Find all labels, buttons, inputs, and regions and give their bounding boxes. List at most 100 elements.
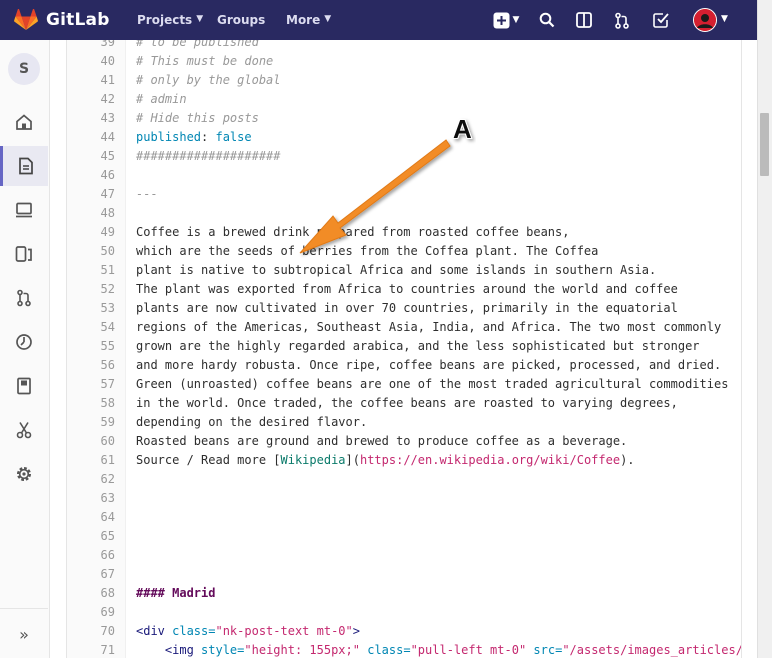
scrollbar-thumb[interactable] [760,113,769,176]
line-number[interactable]: 70 [67,622,115,641]
page-scrollbar[interactable] [757,0,772,658]
line-number[interactable]: 46 [67,166,115,185]
todos-icon [652,13,669,28]
code-editor[interactable]: 39 # to be published 40 # This must be done… [66,40,742,658]
collapse-sidebar-button[interactable]: » [0,608,48,659]
line-number[interactable]: 39 [67,40,115,52]
line-content: # admin [136,90,187,109]
line-number[interactable]: 51 [67,261,115,280]
line-number[interactable]: 62 [67,470,115,489]
sidebar-item-snippets[interactable] [0,410,48,450]
operations-icon [16,334,32,350]
code-line: 49 Coffee is a brewed drink prepared from… [67,223,741,242]
todos-button[interactable] [651,10,671,30]
line-number[interactable]: 54 [67,318,115,337]
sidebar-item-repository[interactable] [0,146,48,186]
line-content: # This must be done [136,52,273,71]
line-number[interactable]: 40 [67,52,115,71]
line-number[interactable]: 57 [67,375,115,394]
nav-more-label: More [286,13,321,27]
issues-button[interactable] [574,10,594,30]
code-line: 56 and more hardy robusta. Once ripe, cof… [67,356,741,375]
line-content: plant is native to subtropical Africa an… [136,263,657,277]
line-number[interactable]: 43 [67,109,115,128]
line-number[interactable]: 49 [67,223,115,242]
line-number[interactable]: 64 [67,508,115,527]
project-avatar[interactable]: S [8,53,40,85]
markdown-link-url: https://en.wikipedia.org/wiki/Coffee [359,453,621,467]
issues-icon [16,202,32,218]
wiki-icon [17,377,31,395]
line-number[interactable]: 44 [67,128,115,147]
line-number[interactable]: 48 [67,204,115,223]
chevron-down-icon: ▼ [324,14,332,24]
line-content: regions of the Americas, Southeast Asia,… [136,320,722,334]
nav-groups-label: Groups [217,13,266,27]
line-number[interactable]: 68 [67,584,115,603]
line-number[interactable]: 41 [67,71,115,90]
sidebar-item-operations[interactable] [0,322,48,362]
code-line: 55 grown are the highly regarded arabica,… [67,337,741,356]
line-content: # Hide this posts [136,109,259,128]
line-number[interactable]: 63 [67,489,115,508]
code-token: ]( [345,453,360,467]
nav-projects[interactable]: Projects ▼ [137,0,203,40]
issues-icon [575,12,592,28]
comment-text: --- [136,187,158,201]
gear-icon [17,467,31,481]
comment-text: # only by the global [136,73,281,87]
line-number[interactable]: 42 [67,90,115,109]
search-button[interactable] [537,10,557,30]
code-line: 57 Green (unroasted) coffee beans are one… [67,375,741,394]
code-line: 66 [67,546,741,565]
html-str: "/assets/images_articles/{{ [562,643,742,657]
comment-text: # This must be done [136,54,274,68]
line-number[interactable]: 69 [67,603,115,622]
merge-requests-button[interactable] [612,10,632,30]
chevron-down-icon[interactable]: ▼ [721,14,728,24]
line-number[interactable]: 65 [67,527,115,546]
line-number[interactable]: 60 [67,432,115,451]
html-str: "nk-post-text mt-0" [215,624,353,638]
html-tag: > [352,624,360,638]
line-number[interactable]: 50 [67,242,115,261]
code-line: 58 in the world. Once traded, the coffee … [67,394,741,413]
line-number[interactable]: 71 [67,641,115,658]
code-line: 68 #### Madrid [67,584,741,603]
line-number[interactable]: 67 [67,565,115,584]
repository-icon [18,157,33,175]
line-number[interactable]: 59 [67,413,115,432]
sidebar-item-merge-requests[interactable] [0,234,48,274]
html-plain [136,643,165,657]
line-number[interactable]: 66 [67,546,115,565]
line-number[interactable]: 61 [67,451,115,470]
html-str: "height: 155px;" [244,643,360,657]
gitlab-logo[interactable]: GitLab [14,9,110,31]
sidebar-item-wiki[interactable] [0,366,48,406]
line-content: Coffee is a brewed drink prepared from r… [136,225,570,239]
html-str: "pull-left mt-0" [410,643,527,657]
code-line: 42 # admin [67,90,741,109]
sidebar-item-ci-cd[interactable] [0,278,48,318]
nav-more[interactable]: More ▼ [286,0,331,40]
code-line: 48 [67,204,741,223]
line-number[interactable]: 58 [67,394,115,413]
line-content: # only by the global [136,71,281,90]
line-number[interactable]: 53 [67,299,115,318]
nav-groups[interactable]: Groups [217,0,265,40]
sidebar-item-project[interactable] [0,102,48,142]
new-dropdown-button[interactable]: ▼ [489,10,523,30]
line-number[interactable]: 56 [67,356,115,375]
line-number[interactable]: 47 [67,185,115,204]
tanuki-icon [14,9,38,30]
code-line: 63 [67,489,741,508]
sidebar-item-settings[interactable] [0,454,48,494]
line-number[interactable]: 45 [67,147,115,166]
sidebar-item-issues[interactable] [0,190,48,230]
code-line: 40 # This must be done [67,52,741,71]
brand-name: GitLab [46,10,110,30]
user-avatar[interactable] [693,8,717,32]
search-icon [539,12,555,28]
line-number[interactable]: 55 [67,337,115,356]
line-number[interactable]: 52 [67,280,115,299]
